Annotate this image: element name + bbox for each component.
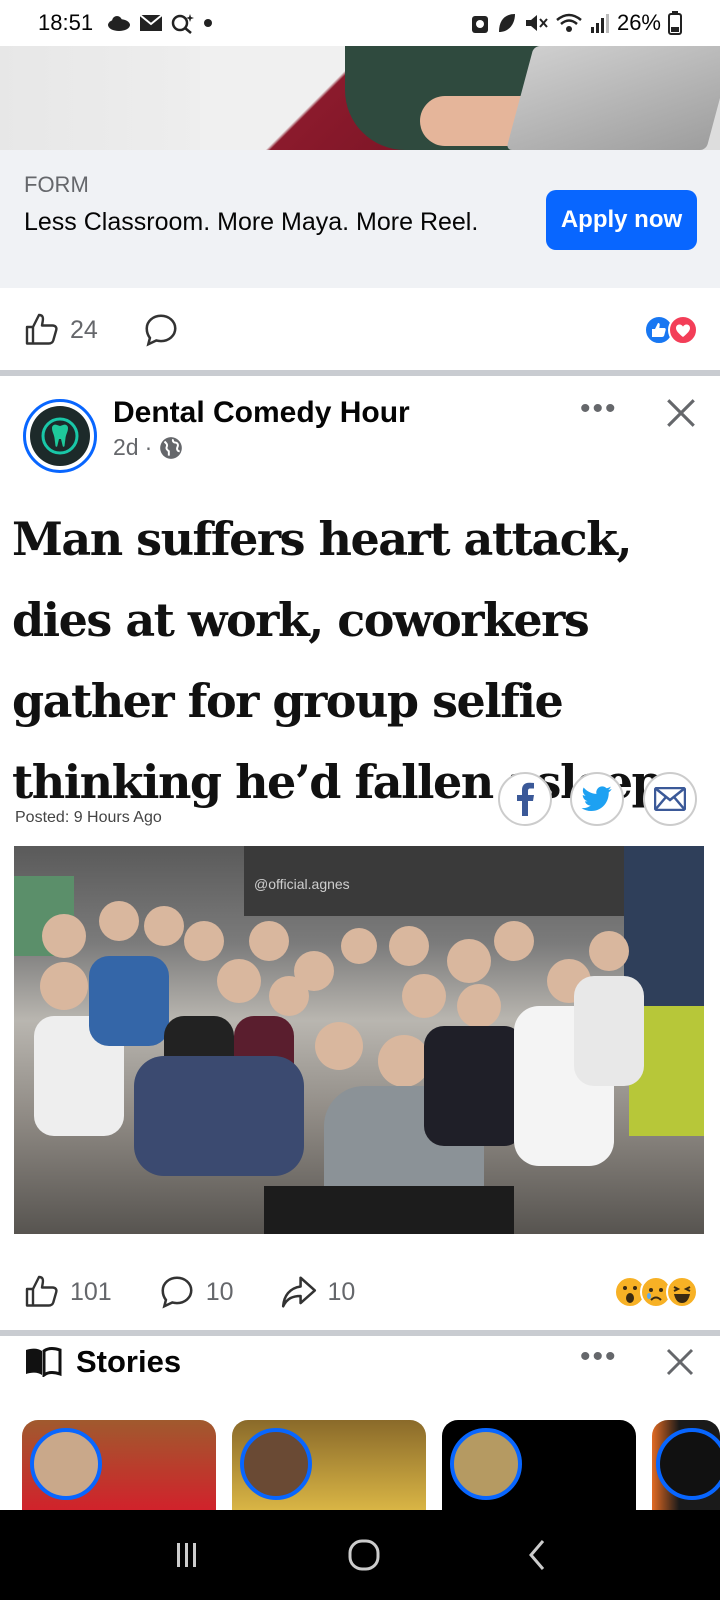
back-button[interactable]: [525, 1537, 549, 1573]
story-card[interactable]: [652, 1420, 720, 1510]
post-image[interactable]: Man suffers heart attack, dies at work, …: [0, 484, 720, 1240]
stories-close-button[interactable]: [664, 1346, 696, 1383]
envelope-icon: [654, 787, 686, 811]
stories-more-button[interactable]: •••: [580, 1340, 618, 1374]
share-count: 10: [327, 1277, 356, 1306]
hide-post-button[interactable]: [664, 396, 698, 435]
cloud-icon: [107, 15, 131, 31]
comment-icon: [142, 311, 180, 349]
like-button[interactable]: 101: [24, 1274, 112, 1310]
search-sparkle-icon: [171, 12, 195, 34]
share-button[interactable]: 10: [280, 1274, 356, 1310]
like-count: 24: [70, 315, 98, 344]
haha-reaction-icon: [666, 1276, 698, 1308]
post-header: Dental Comedy Hour 2d · •••: [0, 374, 720, 484]
ad-image[interactable]: [0, 46, 720, 150]
twitter-icon: [581, 785, 613, 813]
photo-watermark: @official.agnes: [254, 876, 350, 892]
reaction-summary[interactable]: [644, 315, 698, 345]
love-reaction-icon: [668, 315, 698, 345]
close-icon: [664, 1346, 696, 1378]
stories-header: Stories •••: [0, 1334, 720, 1394]
thumbs-up-icon: [24, 312, 60, 348]
reaction-summary[interactable]: [614, 1276, 698, 1308]
recent-apps-button[interactable]: [171, 1539, 203, 1571]
battery-percent: 26%: [616, 10, 661, 35]
comment-button[interactable]: [142, 311, 180, 349]
email-share: [643, 772, 697, 826]
post-age[interactable]: 2d: [113, 434, 139, 461]
signal-icon: [590, 13, 610, 33]
globe-icon: [158, 435, 184, 461]
ad-kind-label: FORM: [24, 172, 89, 197]
ad-action-bar: 24: [0, 288, 720, 372]
ad-headline: Less Classroom. More Maya. More Reel.: [24, 208, 479, 236]
facebook-icon: [514, 782, 536, 816]
home-button[interactable]: [346, 1537, 382, 1573]
comment-count: 10: [205, 1277, 234, 1306]
story-avatar: [450, 1428, 522, 1500]
story-card[interactable]: [22, 1420, 216, 1510]
mail-icon: [139, 14, 163, 32]
twitter-share: [570, 772, 624, 826]
post-action-bar: 101 10 10: [0, 1250, 720, 1334]
leaf-icon: [497, 12, 517, 34]
page-name[interactable]: Dental Comedy Hour: [113, 396, 410, 430]
story-avatar: [30, 1428, 102, 1500]
system-nav-bar: [0, 1510, 720, 1600]
wifi-icon: [555, 12, 583, 34]
share-arrow-icon: [280, 1274, 318, 1310]
status-bar: 18:51 26%: [0, 0, 720, 46]
apply-now-button[interactable]: Apply now: [546, 190, 697, 250]
status-time: 18:51: [38, 10, 94, 35]
like-count: 101: [70, 1277, 112, 1306]
dot-icon: [203, 18, 213, 28]
book-icon: [24, 1347, 62, 1377]
article-posted-time: Posted: 9 Hours Ago: [15, 809, 162, 826]
thumbs-up-icon: [24, 1274, 60, 1310]
facebook-share: [498, 772, 552, 826]
group-selfie-photo: @official.agnes: [14, 846, 704, 1234]
page-avatar[interactable]: [23, 399, 97, 473]
story-avatar: [656, 1428, 720, 1500]
like-button[interactable]: 24: [24, 312, 98, 348]
more-options-button[interactable]: •••: [580, 392, 618, 426]
comment-button[interactable]: 10: [158, 1273, 234, 1311]
story-avatar: [240, 1428, 312, 1500]
story-card[interactable]: [442, 1420, 636, 1510]
tooth-logo-icon: [40, 416, 80, 456]
close-icon: [664, 396, 698, 430]
battery-icon: [668, 11, 682, 35]
story-card[interactable]: [232, 1420, 426, 1510]
ad-cta-panel[interactable]: FORM Less Classroom. More Maya. More Ree…: [0, 150, 720, 288]
post-meta: 2d ·: [113, 434, 184, 461]
comment-icon: [158, 1273, 196, 1311]
stories-title: Stories: [76, 1344, 182, 1379]
alarm-icon: [470, 12, 490, 34]
mute-icon: [524, 12, 548, 34]
